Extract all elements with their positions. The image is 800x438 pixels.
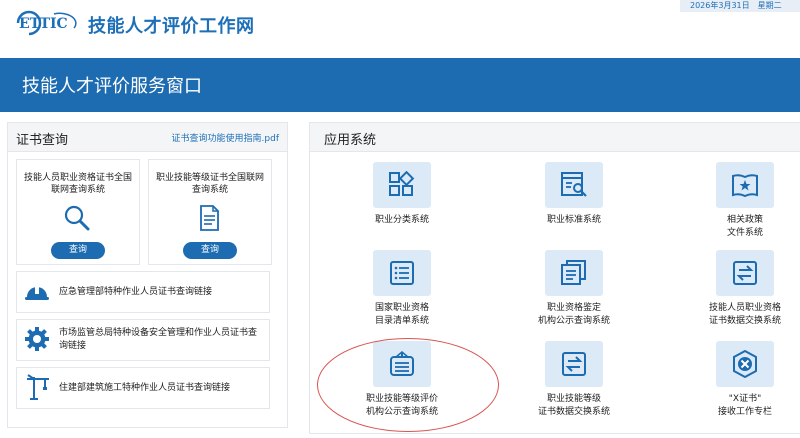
list-icon bbox=[390, 261, 414, 285]
crane-icon bbox=[27, 374, 49, 400]
app-tile[interactable] bbox=[373, 250, 431, 296]
app-national-qualification-catalog[interactable]: 国家职业资格 目录清单系统 bbox=[327, 250, 477, 342]
service-banner: 技能人才评价服务窗口 bbox=[0, 58, 800, 112]
app-name-line2: 目录清单系统 bbox=[374, 316, 429, 326]
cert-card-label: 职业技能等级证书全国联网查询系统 bbox=[155, 173, 264, 195]
construction-cert-link[interactable]: 住建部建筑施工特种作业人员证书查询链接 bbox=[16, 367, 270, 409]
app-name: 职业技能等级 证书数据交换系统 bbox=[499, 393, 649, 419]
app-occupation-standard[interactable]: 职业标准系统 bbox=[499, 162, 649, 254]
standard-search-icon bbox=[561, 172, 587, 197]
weekday-text: 星期二 bbox=[757, 1, 782, 10]
apps-header: 应用系统 bbox=[310, 123, 800, 152]
app-name: 技能人员职业资格 证书数据交换系统 bbox=[670, 302, 800, 328]
app-skill-level-data-exchange[interactable]: 职业技能等级 证书数据交换系统 bbox=[499, 341, 649, 433]
date-text: 2026年3月31日 bbox=[690, 1, 750, 10]
cert-query-header: 证书查询 证书查询功能使用指南.pdf bbox=[8, 123, 287, 152]
x-certificate-icon bbox=[733, 350, 757, 378]
app-tile[interactable] bbox=[373, 162, 431, 208]
app-name-line1: "X证书" bbox=[728, 394, 762, 404]
link-label: 住建部建筑施工特种作业人员证书查询链接 bbox=[59, 382, 231, 393]
emergency-cert-link[interactable]: 应急管理部特种作业人员证书查询链接 bbox=[16, 271, 270, 313]
app-name-line2: 证书数据交换系统 bbox=[537, 407, 610, 417]
app-name-line2: 接收工作专栏 bbox=[717, 407, 772, 417]
policy-book-icon bbox=[732, 174, 758, 198]
date-display: 2026年3月31日 星期二 bbox=[680, 0, 800, 12]
banner-title: 技能人才评价服务窗口 bbox=[22, 76, 202, 97]
app-tile[interactable] bbox=[716, 162, 774, 208]
app-name: 职业资格鉴定 机构公示查询系统 bbox=[499, 302, 649, 328]
gear-icon bbox=[25, 327, 49, 351]
exchange-icon bbox=[733, 261, 757, 285]
app-name-line2: 证书数据交换系统 bbox=[708, 316, 781, 326]
app-tile[interactable] bbox=[545, 250, 603, 296]
app-tile[interactable] bbox=[716, 250, 774, 296]
documents-icon bbox=[561, 260, 586, 285]
svg-text:ETTIC: ETTIC bbox=[19, 16, 68, 32]
app-qualification-appraisal-institutions[interactable]: 职业资格鉴定 机构公示查询系统 bbox=[499, 250, 649, 342]
cert-query-panel: 证书查询 证书查询功能使用指南.pdf 技能人员职业资格证书全国联网查询系统 查… bbox=[7, 122, 288, 428]
app-x-certificate[interactable]: "X证书" 接收工作专栏 bbox=[670, 341, 800, 433]
app-tile[interactable] bbox=[716, 341, 774, 387]
app-name: 国家职业资格 目录清单系统 bbox=[327, 302, 477, 328]
app-name-line2: 机构公示查询系统 bbox=[537, 316, 610, 326]
grid-icon bbox=[389, 171, 415, 196]
top-header: ETTIC 技能人才评价工作网 2026年3月31日 星期二 bbox=[0, 0, 800, 46]
app-name-line1: 职业标准系统 bbox=[546, 215, 601, 225]
apps-title: 应用系统 bbox=[324, 133, 377, 148]
site-title: 技能人才评价工作网 bbox=[88, 16, 255, 37]
cert-query-title: 证书查询 bbox=[16, 133, 69, 148]
helmet-icon bbox=[25, 285, 49, 300]
link-label: 市场监管总局特种设备安全管理和作业人员证书查询链接 bbox=[59, 328, 258, 351]
query-button[interactable]: 查询 bbox=[51, 242, 105, 259]
app-name-line1: 相关政策 bbox=[726, 215, 763, 225]
cert-card-skill-level: 职业技能等级证书全国联网查询系统 查询 bbox=[148, 159, 272, 265]
guide-pdf-link[interactable]: 证书查询功能使用指南.pdf bbox=[172, 131, 279, 144]
app-tile[interactable] bbox=[545, 341, 603, 387]
cert-card-label: 技能人员职业资格证书全国联网查询系统 bbox=[23, 173, 132, 195]
app-name: 相关政策 文件系统 bbox=[670, 214, 800, 240]
link-label: 应急管理部特种作业人员证书查询链接 bbox=[59, 286, 213, 297]
app-name-line1: 职业资格鉴定 bbox=[546, 303, 601, 313]
ettic-logo[interactable]: ETTIC bbox=[14, 10, 78, 36]
app-name-line2: 文件系统 bbox=[726, 228, 763, 238]
search-icon bbox=[64, 205, 90, 231]
app-name: "X证书" 接收工作专栏 bbox=[670, 393, 800, 419]
app-qualification-data-exchange[interactable]: 技能人员职业资格 证书数据交换系统 bbox=[670, 250, 800, 342]
app-occupation-classification[interactable]: 职业分类系统 bbox=[327, 162, 477, 254]
document-icon bbox=[200, 205, 219, 231]
exchange-icon bbox=[562, 352, 586, 376]
app-name-line1: 国家职业资格 bbox=[374, 303, 429, 313]
query-button[interactable]: 查询 bbox=[183, 242, 237, 259]
cert-card-skill-qualification: 技能人员职业资格证书全国联网查询系统 查询 bbox=[16, 159, 140, 265]
highlight-circle bbox=[317, 338, 499, 432]
app-name-line1: 技能人员职业资格 bbox=[708, 303, 781, 313]
app-policy-documents[interactable]: 相关政策 文件系统 bbox=[670, 162, 800, 254]
app-tile[interactable] bbox=[545, 162, 603, 208]
app-name-line1: 职业技能等级 bbox=[546, 394, 601, 404]
app-name: 职业标准系统 bbox=[499, 214, 649, 227]
market-supervision-cert-link[interactable]: 市场监管总局特种设备安全管理和作业人员证书查询链接 bbox=[16, 319, 270, 361]
app-name: 职业分类系统 bbox=[327, 214, 477, 227]
app-name-line1: 职业分类系统 bbox=[374, 215, 429, 225]
